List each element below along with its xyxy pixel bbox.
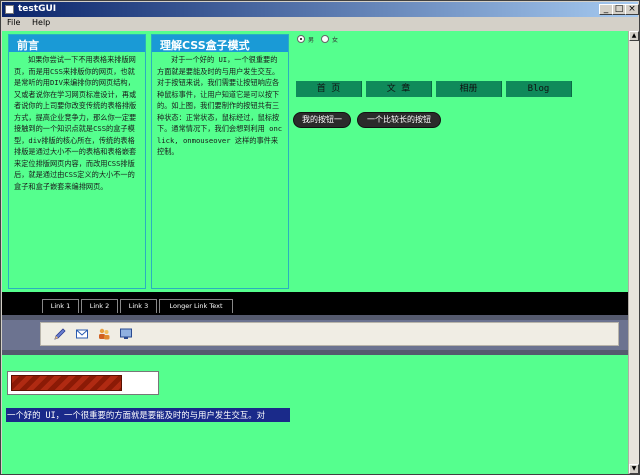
- maximize-button[interactable]: □: [612, 4, 626, 15]
- radio-option-2[interactable]: [321, 35, 329, 43]
- content-area: 前言 如果你尝试一下不用表格来排版网页，而是用CSS来排版你的网页，也就是常听的…: [2, 31, 628, 474]
- left-panel: 前言 如果你尝试一下不用表格来排版网页，而是用CSS来排版你的网页，也就是常听的…: [8, 34, 146, 289]
- radio-option-1[interactable]: [297, 35, 305, 43]
- mid-panel-heading: 理解CSS盒子模式: [152, 35, 288, 52]
- pencil-icon[interactable]: [53, 327, 67, 341]
- window-title: testGUI: [18, 4, 57, 14]
- progress-fill: [11, 375, 122, 391]
- vertical-scrollbar[interactable]: ▲ ▼: [628, 31, 639, 474]
- mail-icon[interactable]: [75, 327, 89, 341]
- tab-link-1[interactable]: Link 1: [42, 299, 79, 313]
- radio-selected-dot: [300, 38, 302, 40]
- nav-item-articles[interactable]: 文 章: [366, 81, 432, 97]
- nav-item-blog[interactable]: Blog: [506, 81, 572, 97]
- left-panel-body: 如果你尝试一下不用表格来排版网页，而是用CSS来排版你的网页，也就是常听的用DI…: [14, 55, 137, 191]
- icon-toolbar: [40, 322, 619, 346]
- tab-link-2[interactable]: Link 2: [81, 299, 118, 313]
- tab-link-3[interactable]: Link 3: [120, 299, 157, 313]
- nav-item-home[interactable]: 首 页: [296, 81, 362, 97]
- title-bar[interactable]: testGUI _ □ ×: [2, 2, 639, 17]
- scroll-up-arrow[interactable]: ▲: [629, 31, 639, 41]
- app-icon: [5, 5, 14, 14]
- mid-panel: 理解CSS盒子模式 对于一个好的 UI，一个很重要的方面就是要能及时的与用户发生…: [151, 34, 289, 289]
- menu-bar: File Help: [2, 17, 638, 30]
- app-window: testGUI _ □ × File Help 前言 如果你尝试一下不用表格来排…: [0, 0, 640, 475]
- scrolling-text: 一个好的 UI，一个很重要的方面就是要能及时的与用户发生交互。对: [6, 408, 290, 422]
- tab-longer-link[interactable]: Longer Link Text: [159, 299, 233, 313]
- menu-file[interactable]: File: [7, 18, 20, 27]
- close-button[interactable]: ×: [625, 4, 639, 15]
- mid-panel-body: 对于一个好的 UI，一个很重要的方面就是要能及时的与用户发生交互。对于按钮来说，…: [157, 55, 283, 156]
- menu-help[interactable]: Help: [32, 18, 50, 27]
- long-button[interactable]: 一个比较长的按钮: [357, 112, 441, 128]
- my-button[interactable]: 我的按钮一: [293, 112, 351, 128]
- radio-label-1: 男: [308, 37, 315, 44]
- radio-label-2: 女: [332, 37, 339, 44]
- users-icon[interactable]: [97, 327, 111, 341]
- left-panel-heading: 前言: [9, 35, 145, 52]
- monitor-icon[interactable]: [119, 327, 133, 341]
- progress-bar: [7, 371, 159, 395]
- scroll-down-arrow[interactable]: ▼: [629, 464, 639, 474]
- nav-item-album[interactable]: 相册: [436, 81, 502, 97]
- minimize-button[interactable]: _: [599, 4, 613, 15]
